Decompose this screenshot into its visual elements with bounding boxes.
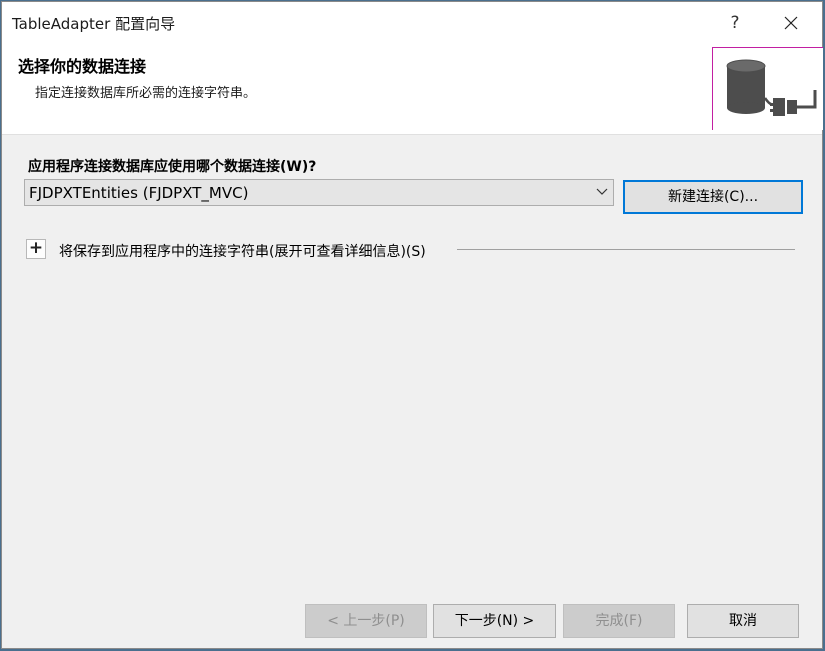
- connection-string-expander-label[interactable]: 将保存到应用程序中的连接字符串(展开可查看详细信息)(S): [59, 241, 426, 261]
- title-bar: TableAdapter 配置向导 ?: [2, 2, 822, 44]
- previous-button[interactable]: < 上一步(P): [305, 604, 427, 638]
- wizard-window: TableAdapter 配置向导 ? 选择你的数据连接 指定连接数据库所必需的…: [1, 1, 823, 649]
- connection-select-value: FJDPXTEntities (FJDPXT_MVC): [29, 184, 249, 202]
- close-button[interactable]: [768, 7, 814, 39]
- wizard-header: 选择你的数据连接 指定连接数据库所必需的连接字符串。: [2, 44, 823, 135]
- page-subtitle: 指定连接数据库所必需的连接字符串。: [35, 86, 257, 101]
- expand-toggle[interactable]: +: [26, 239, 46, 259]
- separator-line: [457, 249, 795, 250]
- next-button[interactable]: 下一步(N) >: [433, 604, 556, 638]
- page-title: 选择你的数据连接: [18, 57, 147, 76]
- window-title: TableAdapter 配置向导: [12, 15, 176, 33]
- help-button[interactable]: ?: [712, 7, 758, 39]
- finish-button[interactable]: 完成(F): [563, 604, 675, 638]
- cancel-button[interactable]: 取消: [687, 604, 799, 638]
- connection-select[interactable]: FJDPXTEntities (FJDPXT_MVC): [24, 179, 614, 206]
- close-icon: [784, 16, 798, 30]
- database-plug-icon: [726, 59, 817, 116]
- new-connection-button[interactable]: 新建连接(C)...: [623, 180, 803, 214]
- header-image: [712, 47, 823, 130]
- chevron-down-icon: [596, 188, 608, 195]
- connection-question-label: 应用程序连接数据库应使用哪个数据连接(W)?: [28, 159, 317, 175]
